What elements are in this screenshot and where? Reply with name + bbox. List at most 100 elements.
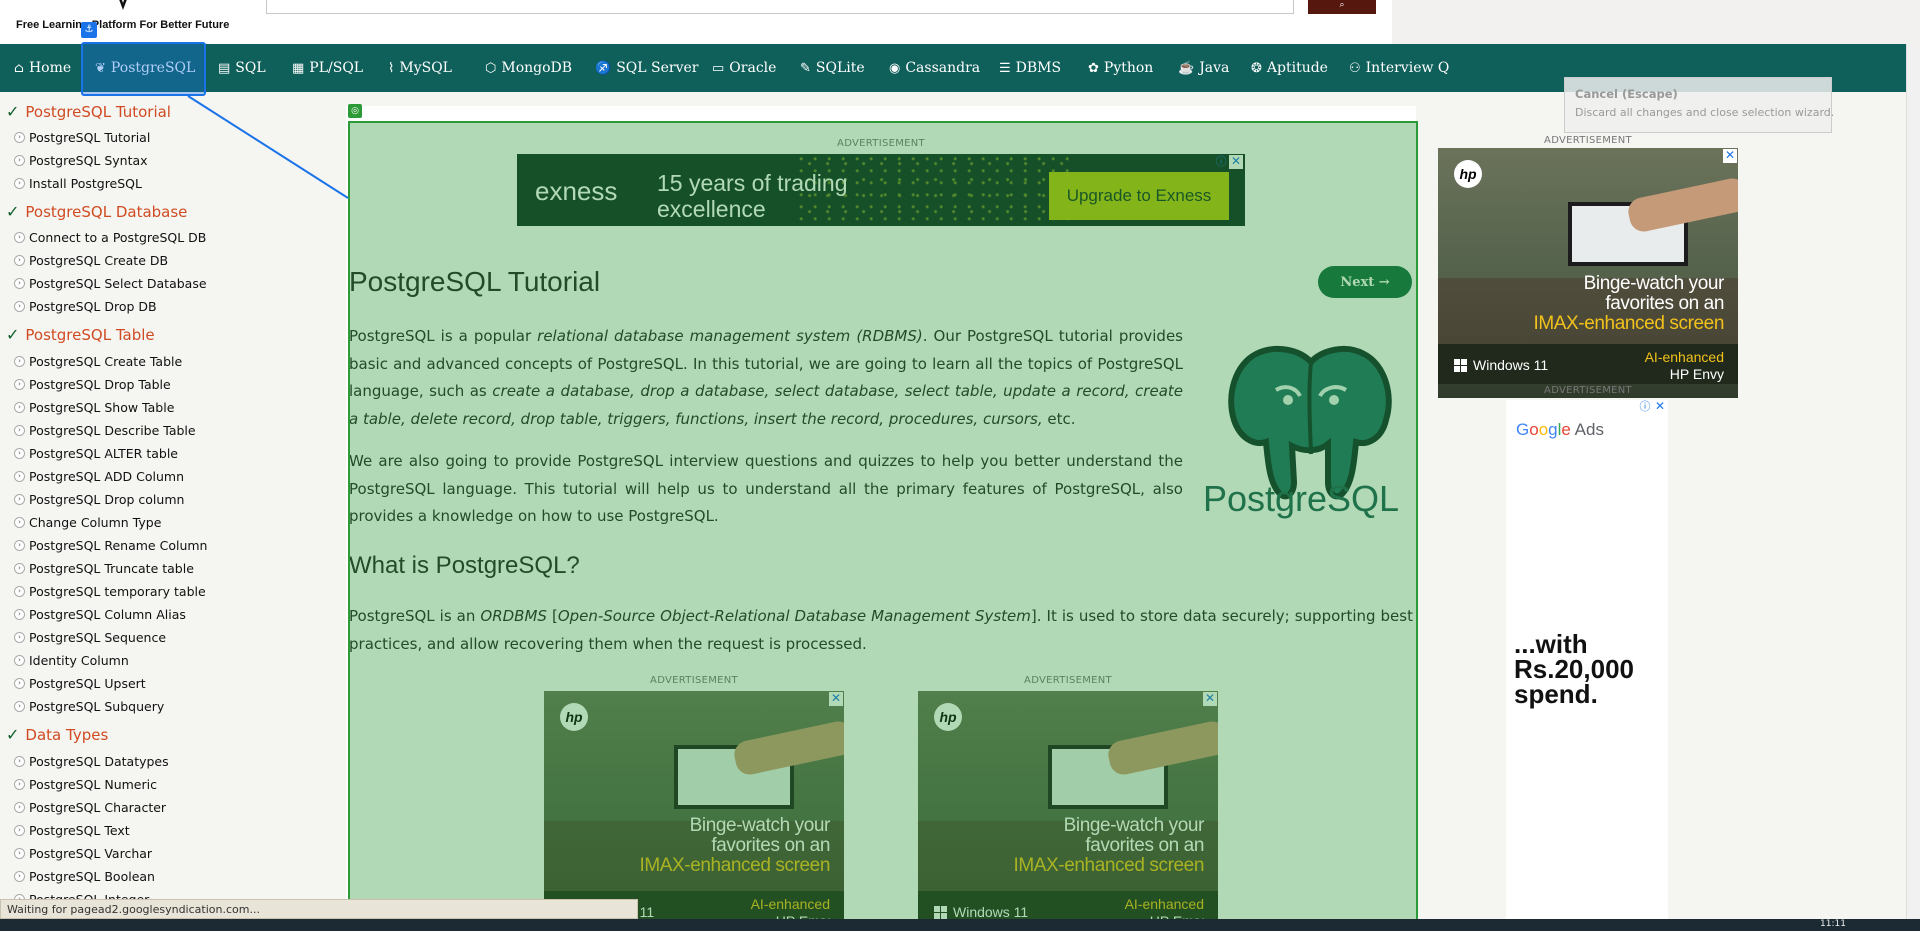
- sidebar-item[interactable]: › PostgreSQL Boolean: [14, 869, 155, 884]
- sidebar-item[interactable]: › PostgreSQL Drop Table: [14, 377, 171, 392]
- sidebar-item[interactable]: › PostgreSQL Varchar: [14, 846, 152, 861]
- selection-overlay[interactable]: [348, 121, 1418, 931]
- sidebar-item[interactable]: › PostgreSQL Column Alias: [14, 607, 186, 622]
- nav-java[interactable]: ☕ Java: [1178, 44, 1229, 92]
- hp-model: AI-enhancedHP Envy: [1645, 349, 1724, 383]
- arrow-circle-icon: ›: [14, 756, 25, 767]
- cancel-tooltip[interactable]: Cancel (Escape) Discard all changes and …: [1564, 77, 1834, 133]
- nav-sql-server[interactable]: ♐ SQL Server: [595, 44, 698, 92]
- arrow-circle-icon: ›: [14, 540, 25, 551]
- sidebar-item[interactable]: › PostgreSQL Syntax: [14, 153, 148, 168]
- sidebar-item[interactable]: › PostgreSQL Numeric: [14, 777, 157, 792]
- sidebar-item-label: PostgreSQL temporary table: [29, 584, 206, 599]
- headline-line: IMAX-enhanced screen: [1533, 313, 1724, 334]
- nav-mongodb[interactable]: ⬡ MongoDB: [485, 44, 572, 92]
- nav-aptitude[interactable]: ❂ Aptitude: [1251, 44, 1328, 92]
- sidebar-item[interactable]: › PostgreSQL ADD Column: [14, 469, 184, 484]
- sidebar-item[interactable]: › PostgreSQL Describe Table: [14, 423, 196, 438]
- arrow-circle-icon: ›: [14, 632, 25, 643]
- nav-label: Aptitude: [1266, 60, 1328, 76]
- arrow-circle-icon: ›: [14, 448, 25, 459]
- nav-dbms[interactable]: ☰ DBMS: [999, 44, 1061, 92]
- nav-cassandra[interactable]: ◉ Cassandra: [889, 44, 980, 92]
- leaf-icon: ⬡: [485, 60, 497, 76]
- ad-info-icon[interactable]: ⓘ: [1638, 400, 1652, 414]
- sidebar-item[interactable]: › PostgreSQL Drop DB: [14, 299, 157, 314]
- sidebar-item-label: PostgreSQL Rename Column: [29, 538, 208, 553]
- sidebar-item[interactable]: › PostgreSQL Sequence: [14, 630, 166, 645]
- search-input[interactable]: [266, 0, 1294, 14]
- sidebar-item[interactable]: › PostgreSQL Rename Column: [14, 538, 207, 553]
- arrow-circle-icon: ›: [14, 356, 25, 367]
- sidebar-item[interactable]: › Connect to a PostgreSQL DB: [14, 230, 206, 245]
- sidebar-item-label: PostgreSQL Drop Table: [29, 377, 171, 392]
- logo-area[interactable]: Free Learning Platform For Better Future: [0, 0, 252, 44]
- headline-line: Binge-watch your: [1583, 273, 1725, 294]
- sidebar-heading-label: PostgreSQL Database: [25, 202, 188, 221]
- sidebar-item-label: Identity Column: [29, 653, 129, 668]
- sidebar-item[interactable]: › Install PostgreSQL: [14, 176, 142, 191]
- anchor-icon[interactable]: ⚓: [81, 22, 97, 38]
- sidebar-item[interactable]: › PostgreSQL Truncate table: [14, 561, 194, 576]
- sidebar-item[interactable]: › PostgreSQL Tutorial: [14, 130, 150, 145]
- nav-mysql[interactable]: ⌇ MySQL: [388, 44, 452, 92]
- arrow-circle-icon: ›: [14, 655, 25, 666]
- sidebar-item[interactable]: › PostgreSQL Show Table: [14, 400, 174, 415]
- windows-label: Windows 11: [1473, 357, 1549, 373]
- sidebar-item-label: PostgreSQL Drop DB: [29, 299, 157, 314]
- ad-label: ADVERTISEMENT: [1544, 135, 1632, 146]
- sidebar-item[interactable]: › PostgreSQL Subquery: [14, 699, 164, 714]
- nav-python[interactable]: ✿ Python: [1088, 44, 1153, 92]
- logo-icon: [119, 0, 127, 10]
- check-icon: ✓: [6, 202, 20, 221]
- ad-close-icon[interactable]: ✕: [1653, 400, 1667, 414]
- sidebar-heading[interactable]: ✓ PostgreSQL Tutorial: [6, 102, 171, 121]
- arrow-circle-icon: ›: [14, 825, 25, 836]
- sidebar-item[interactable]: › PostgreSQL Character: [14, 800, 166, 815]
- arrow-circle-icon: ›: [14, 779, 25, 790]
- sidebar-item[interactable]: › PostgreSQL Text: [14, 823, 130, 838]
- google-ads-logo: Google Ads: [1516, 420, 1604, 439]
- sidebar-item[interactable]: › PostgreSQL Create DB: [14, 253, 168, 268]
- sidebar-item[interactable]: › Identity Column: [14, 653, 129, 668]
- sidebar-heading[interactable]: ✓ Data Types: [6, 725, 108, 744]
- arrow-circle-icon: ›: [14, 155, 25, 166]
- nav-plsql[interactable]: ▦ PL/SQL: [292, 44, 363, 92]
- sidebar-item[interactable]: › PostgreSQL Upsert: [14, 676, 146, 691]
- vertical-scrollbar[interactable]: [1906, 44, 1920, 931]
- arrow-circle-icon: ›: [14, 402, 25, 413]
- nav-label: SQL Server: [616, 60, 699, 76]
- sidebar-item[interactable]: › PostgreSQL Create Table: [14, 354, 182, 369]
- nav-label: Python: [1103, 60, 1154, 76]
- ad-close-icon[interactable]: ✕: [1723, 149, 1737, 163]
- sidebar-heading[interactable]: ✓ PostgreSQL Database: [6, 202, 187, 221]
- headline-line: favorites on an: [1605, 293, 1724, 314]
- sidebar-item[interactable]: › PostgreSQL Datatypes: [14, 754, 169, 769]
- sidebar-item[interactable]: › PostgreSQL Select Database: [14, 276, 207, 291]
- sidebar-heading[interactable]: ✓ PostgreSQL Table: [6, 325, 155, 344]
- nav-home[interactable]: ⌂ Home: [14, 44, 71, 92]
- nav-interview-q[interactable]: ⚇ Interview Q: [1349, 44, 1449, 92]
- eye-icon: ◉: [889, 60, 901, 76]
- site-header: Free Learning Platform For Better Future…: [0, 0, 1920, 44]
- sidebar-item[interactable]: › PostgreSQL ALTER table: [14, 446, 178, 461]
- header-right-space: [1392, 0, 1920, 44]
- nav-label: Cassandra: [905, 60, 981, 76]
- nav-sqlite[interactable]: ✎ SQLite: [800, 44, 865, 92]
- hp-ad-sidebar[interactable]: hp Binge-watch your favorites on an IMAX-e…: [1438, 148, 1738, 398]
- search-button[interactable]: ⌕: [1308, 0, 1376, 14]
- nav-sql[interactable]: ▤ SQL: [218, 44, 266, 92]
- nav-oracle[interactable]: ▭ Oracle: [712, 44, 776, 92]
- nav-label: PL/SQL: [309, 60, 364, 76]
- target-icon[interactable]: ◎: [348, 104, 362, 118]
- sidebar-item[interactable]: › PostgreSQL Drop column: [14, 492, 184, 507]
- sidebar-item-label: PostgreSQL Upsert: [29, 676, 146, 691]
- arrow-circle-icon: ›: [14, 278, 25, 289]
- sidebar-item[interactable]: › Change Column Type: [14, 515, 161, 530]
- model-line: AI-enhanced: [1644, 349, 1724, 365]
- search-icon: ⌕: [1339, 0, 1345, 10]
- arrow-circle-icon: ›: [14, 701, 25, 712]
- sidebar-item[interactable]: › PostgreSQL temporary table: [14, 584, 206, 599]
- sidebar-item-label: PostgreSQL Drop column: [29, 492, 185, 507]
- sidebar-item-label: PostgreSQL ADD Column: [29, 469, 184, 484]
